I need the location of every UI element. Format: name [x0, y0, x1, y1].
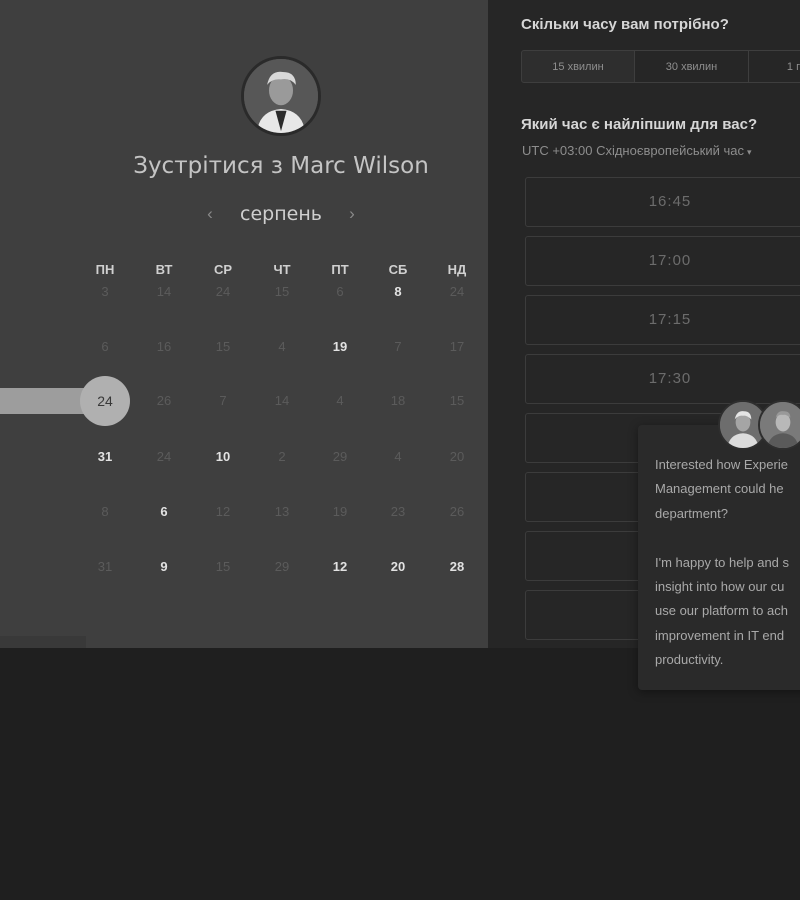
calendar-day: 15: [274, 284, 290, 299]
calendar-day: 12: [215, 504, 231, 519]
calendar-day-available[interactable]: 20: [376, 557, 420, 577]
timezone-label: UTC +03:00 Східноєвропейський час: [522, 143, 744, 158]
chat-message: Interested how Experie Management could …: [655, 457, 790, 668]
weekday-label: ПН: [95, 262, 115, 277]
weekday-label: СБ: [388, 262, 408, 277]
calendar-day: 7: [219, 393, 227, 408]
time-slot-button[interactable]: 17:00: [525, 236, 800, 286]
calendar-day: 24: [156, 449, 172, 464]
host-portrait-icon: [244, 59, 318, 133]
calendar-day: 2: [278, 449, 286, 464]
weekday-label: ВТ: [155, 262, 173, 277]
calendar-day: 14: [156, 284, 172, 299]
caret-down-icon: ▾: [746, 147, 752, 157]
weekday-label: НД: [447, 262, 467, 277]
agent-portrait-icon: [760, 402, 800, 448]
duration-tab-15[interactable]: 15 хвилин: [521, 50, 635, 83]
chat-popup[interactable]: Interested how Experie Management could …: [638, 425, 800, 690]
calendar-day: 8: [101, 504, 109, 519]
calendar-day-available[interactable]: 9: [142, 557, 186, 577]
calendar-day-available[interactable]: 19: [318, 337, 362, 357]
selected-day[interactable]: 24: [80, 376, 130, 426]
meeting-title: Зустрітися з Marc Wilson: [133, 153, 429, 179]
weekday-label: СР: [213, 262, 233, 277]
calendar-day: 6: [101, 339, 109, 354]
calendar-day-available[interactable]: 28: [435, 557, 479, 577]
calendar-day: 24: [215, 284, 231, 299]
calendar-day: 4: [278, 339, 286, 354]
calendar-day-available[interactable]: 31: [83, 447, 127, 467]
calendar-day: 20: [449, 449, 465, 464]
calendar-day: 13: [274, 504, 290, 519]
calendar-day: 26: [449, 504, 465, 519]
weekday-label: ЧТ: [273, 262, 291, 277]
calendar-day-available[interactable]: 8: [376, 282, 420, 302]
time-slot-button[interactable]: 17:30: [525, 354, 800, 404]
calendar-day-available[interactable]: 12: [318, 557, 362, 577]
calendar-day: 18: [390, 393, 406, 408]
host-avatar: [241, 56, 321, 136]
calendar-day: 29: [274, 559, 290, 574]
weekday-label: ПТ: [331, 262, 349, 277]
calendar-day: 17: [449, 339, 465, 354]
duration-tabs: 15 хвилин 30 хвилин 1 г: [521, 50, 800, 83]
time-question: Який час є найліпшим для вас?: [521, 116, 758, 133]
calendar-day-available[interactable]: 6: [142, 502, 186, 522]
calendar-day: 24: [449, 284, 465, 299]
duration-tab-30[interactable]: 30 хвилин: [635, 50, 749, 83]
calendar-day: 15: [215, 339, 231, 354]
calendar-day: 23: [390, 504, 406, 519]
calendar-day-available[interactable]: 10: [201, 447, 245, 467]
agent-avatar[interactable]: [758, 400, 800, 450]
chevron-right-icon[interactable]: ›: [342, 204, 362, 224]
duration-question: Скільки часу вам потрібно?: [521, 16, 729, 33]
calendar-day: 15: [215, 559, 231, 574]
calendar-panel: Зустрітися з Marc Wilson ‹ серпень › ПН …: [0, 0, 488, 648]
calendar-day: 14: [274, 393, 290, 408]
calendar-day: 16: [156, 339, 172, 354]
calendar-day: 31: [97, 559, 113, 574]
month-navigator: ‹ серпень ›: [200, 201, 362, 227]
timezone-select[interactable]: UTC +03:00 Східноєвропейський час ▾: [522, 143, 752, 158]
calendar-day: 7: [394, 339, 402, 354]
chevron-left-icon[interactable]: ‹: [200, 204, 220, 224]
month-label: серпень: [240, 203, 322, 225]
calendar-day: 4: [394, 449, 402, 464]
time-slot-button[interactable]: 16:45: [525, 177, 800, 227]
duration-tab-60[interactable]: 1 г: [749, 50, 800, 83]
calendar-day: 26: [156, 393, 172, 408]
time-slot-button[interactable]: 17:15: [525, 295, 800, 345]
calendar-day: 4: [336, 393, 344, 408]
calendar-day: 6: [336, 284, 344, 299]
calendar-day: 15: [449, 393, 465, 408]
calendar-day: 29: [332, 449, 348, 464]
calendar-day: 3: [101, 284, 109, 299]
panel-shade: [0, 636, 86, 648]
calendar-day: 19: [332, 504, 348, 519]
